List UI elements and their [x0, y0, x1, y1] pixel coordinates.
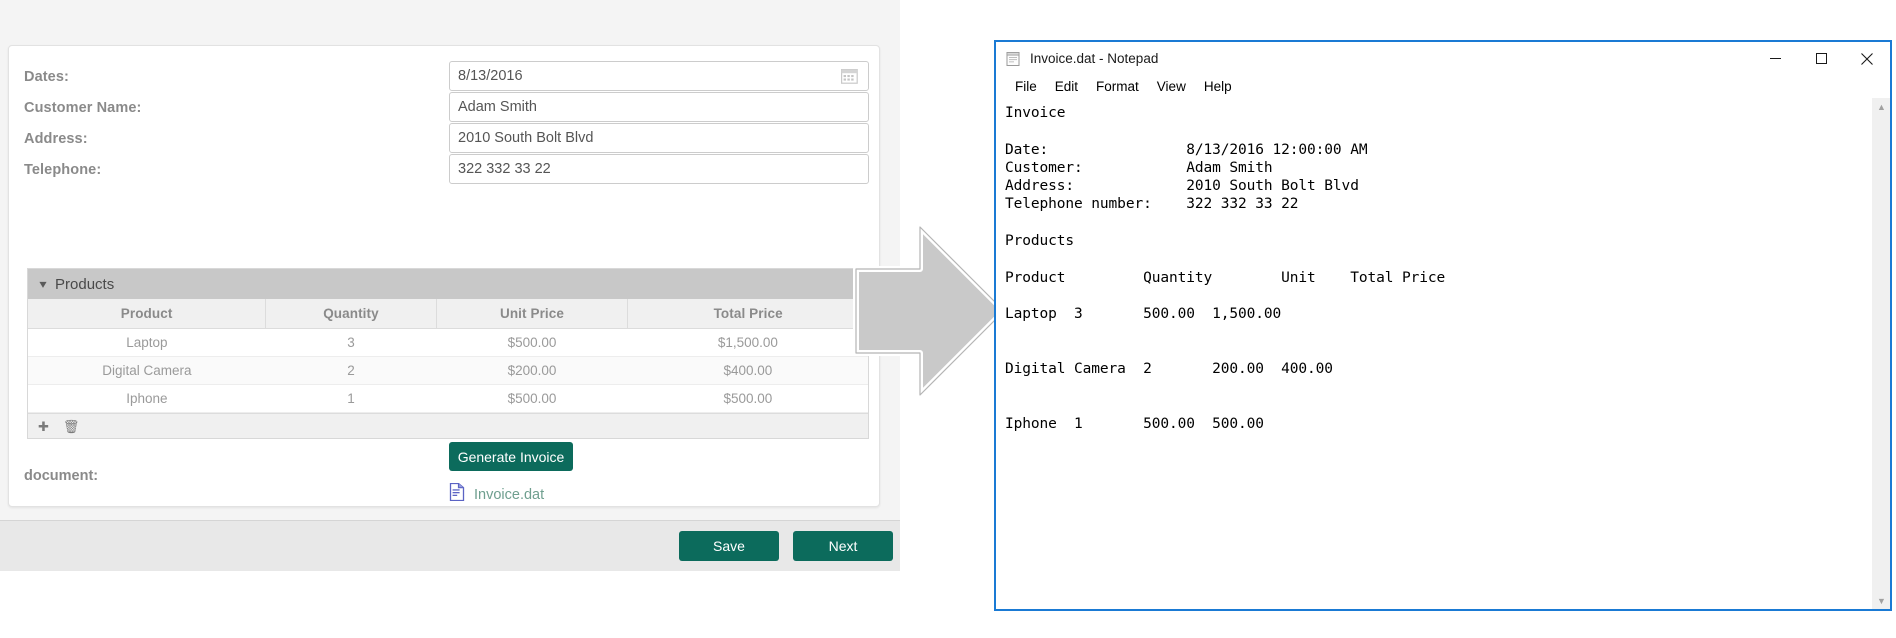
cell-total-price: $500.00	[627, 384, 868, 413]
products-panel: ▾ Products Product Quantity Unit Price Tota…	[27, 268, 869, 439]
field-input[interactable]	[449, 154, 869, 184]
field-input[interactable]	[449, 123, 869, 153]
column-header[interactable]: Total Price	[627, 299, 868, 329]
products-table-body: Laptop 3 $500.00 $1,500.00 Digital Camera 2 $2…	[28, 328, 868, 413]
field-input[interactable]	[449, 92, 869, 122]
field-input[interactable]	[449, 61, 869, 91]
cell-unit-price: $500.00	[436, 384, 628, 413]
document-link-wrapper: Invoice.dat	[449, 482, 544, 506]
field-label: Telephone:	[24, 162, 102, 178]
maximize-button[interactable]	[1798, 42, 1844, 75]
cell-total-price: $1,500.00	[627, 328, 868, 357]
invoice-form-application: Dates: Customer Name: Address: Telephone: ▾…	[0, 0, 900, 571]
notepad-titlebar[interactable]: Invoice.dat - Notepad	[996, 42, 1890, 75]
document-label: document:	[24, 468, 99, 484]
menu-help[interactable]: Help	[1195, 78, 1241, 95]
notepad-client-area: Invoice Date: 8/13/2016 12:00:00 AM Cust…	[996, 98, 1890, 609]
products-section-title: Products	[55, 275, 115, 293]
plus-icon[interactable]: ✚	[38, 420, 49, 433]
notepad-title-text: Invoice.dat - Notepad	[1030, 51, 1159, 66]
right-arrow	[850, 222, 1010, 400]
chevron-down-icon[interactable]: ▾	[39, 277, 46, 291]
generate-invoice-button[interactable]: Generate Invoice	[449, 442, 573, 471]
field-label: Dates:	[24, 69, 69, 85]
products-table-head: Product Quantity Unit Price Total Price	[28, 299, 868, 329]
cell-quantity: 3	[265, 328, 437, 357]
close-button[interactable]	[1844, 42, 1890, 75]
cell-quantity: 2	[265, 356, 437, 385]
products-section-header[interactable]: ▾ Products	[28, 269, 868, 299]
form-footer-bar: Save Next	[0, 520, 900, 571]
menu-file[interactable]: File	[1006, 78, 1046, 95]
column-header[interactable]: Unit Price	[436, 299, 629, 329]
cell-product: Iphone	[28, 384, 266, 413]
field-label: Address:	[24, 131, 88, 147]
minimize-button[interactable]	[1752, 42, 1798, 75]
column-header[interactable]: Quantity	[265, 299, 437, 329]
notepad-text-content[interactable]: Invoice Date: 8/13/2016 12:00:00 AM Cust…	[996, 98, 1872, 609]
table-row[interactable]: Digital Camera 2 $200.00 $400.00	[28, 356, 868, 385]
cell-product: Digital Camera	[28, 356, 266, 385]
vertical-scrollbar[interactable]: ▲ ▼	[1872, 98, 1890, 609]
dat-file-icon	[449, 482, 465, 506]
next-button[interactable]: Next	[793, 531, 893, 561]
save-button[interactable]: Save	[679, 531, 779, 561]
grid-toolbar: ✚ 🗑	[28, 413, 868, 438]
cell-total-price: $400.00	[627, 356, 868, 385]
form-row-3: Telephone:	[9, 154, 879, 192]
notepad-window: Invoice.dat - Notepad File Edit Format View…	[994, 40, 1892, 611]
notepad-menubar: File Edit Format View Help	[996, 75, 1890, 98]
scroll-down-arrow[interactable]: ▼	[1873, 592, 1890, 609]
trash-icon[interactable]: 🗑	[63, 420, 80, 433]
cell-unit-price: $500.00	[436, 328, 628, 357]
field-label: Customer Name:	[24, 100, 142, 116]
cell-quantity: 1	[265, 384, 437, 413]
document-link[interactable]: Invoice.dat	[474, 487, 544, 503]
table-row[interactable]: Iphone 1 $500.00 $500.00	[28, 384, 868, 413]
invoice-form-card: Dates: Customer Name: Address: Telephone: ▾…	[8, 45, 880, 507]
products-table: Product Quantity Unit Price Total Price Lap…	[28, 299, 868, 413]
menu-format[interactable]: Format	[1087, 78, 1148, 95]
notepad-icon	[1005, 51, 1021, 67]
scroll-up-arrow[interactable]: ▲	[1873, 98, 1890, 115]
calendar-icon[interactable]	[841, 68, 858, 84]
cell-unit-price: $200.00	[436, 356, 628, 385]
menu-view[interactable]: View	[1148, 78, 1195, 95]
column-header[interactable]: Product	[28, 299, 267, 329]
products-header-row: Product Quantity Unit Price Total Price	[28, 299, 868, 329]
cell-product: Laptop	[28, 328, 266, 357]
table-row[interactable]: Laptop 3 $500.00 $1,500.00	[28, 328, 868, 357]
menu-edit[interactable]: Edit	[1046, 78, 1087, 95]
